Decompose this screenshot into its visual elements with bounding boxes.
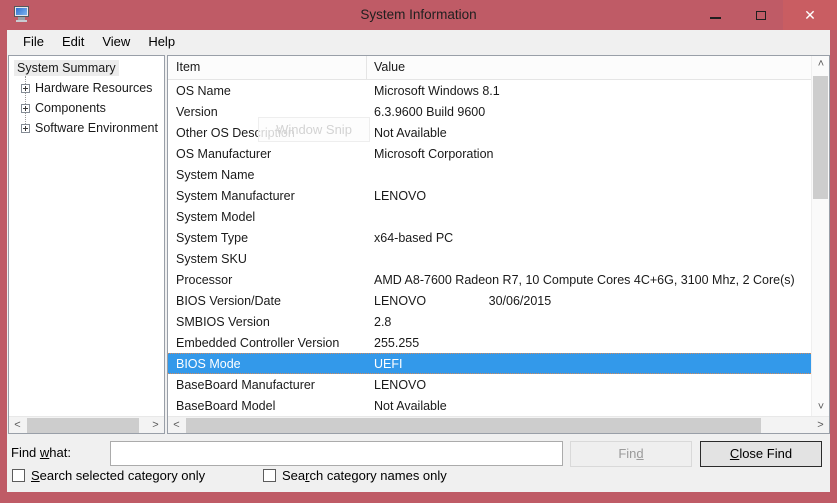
find-what-label: Find what: [11,445,71,460]
item-cell: Embedded Controller Version [168,336,367,350]
value-cell: Not Available [367,126,811,140]
item-cell: BIOS Version/Date [168,294,367,308]
table-row[interactable]: SMBIOS Version2.8 [168,311,811,332]
table-row[interactable]: OS NameMicrosoft Windows 8.1 [168,80,811,101]
expand-plus-icon[interactable] [21,124,30,133]
detail-vscroll-thumb[interactable] [813,76,828,199]
table-row[interactable]: BaseBoard ModelNot Available [168,395,811,416]
table-row[interactable]: Embedded Controller Version255.255 [168,332,811,353]
find-button[interactable]: Find [570,441,692,467]
find-bar: Find what: Find Close Find [7,438,830,468]
value-cell: LENOVO [367,378,811,392]
table-row[interactable]: System ManufacturerLENOVO [168,185,811,206]
category-tree-pane: System Summary Hardware Resources Compone… [8,55,165,434]
maximize-button[interactable] [738,0,783,30]
detail-vertical-scrollbar[interactable]: ˄ ˅ [811,56,829,416]
tree-item-software-environment[interactable]: Software Environment [9,118,164,138]
table-row[interactable]: System Name [168,164,811,185]
value-cell: LENOVO [367,189,811,203]
tree-item-components[interactable]: Components [9,98,164,118]
tree-item-hardware-resources[interactable]: Hardware Resources [9,78,164,98]
item-cell: BaseBoard Model [168,399,367,413]
menu-item-edit[interactable]: Edit [53,31,93,52]
table-row[interactable]: OS ManufacturerMicrosoft Corporation [168,143,811,164]
item-cell: BIOS Mode [168,357,367,371]
scroll-right-icon[interactable]: ˃ [147,417,164,434]
search-selected-category-checkbox[interactable] [12,469,25,482]
minimize-button[interactable] [693,0,738,30]
scroll-left-icon[interactable]: ˂ [168,417,185,434]
grid-header: Item Value [168,56,811,80]
value-cell: AMD A8-7600 Radeon R7, 10 Compute Cores … [367,273,811,287]
search-category-names-option[interactable]: Search category names only [263,468,447,483]
value-cell: UEFI [367,357,811,371]
close-button[interactable]: ✕ [783,0,837,30]
item-cell: SMBIOS Version [168,315,367,329]
table-row[interactable]: BIOS ModeUEFI [168,353,811,374]
minimize-icon [710,17,721,19]
item-cell: System Type [168,231,367,245]
value-cell: 2.8 [367,315,811,329]
left-pane-hscroll-thumb[interactable] [27,418,139,433]
search-options-row: Search selected category only Search cat… [7,468,830,488]
item-cell: OS Name [168,84,367,98]
detail-pane: Item Value OS NameMicrosoft Windows 8.1V… [167,55,830,434]
close-icon: ✕ [804,7,816,24]
menu-bar: FileEditViewHelp [7,30,830,54]
value-cell: Microsoft Corporation [367,147,811,161]
column-header-item[interactable]: Item [168,56,367,79]
value-cell: x64-based PC [367,231,811,245]
table-row[interactable]: BIOS Version/DateLENOVO 30/06/2015 [168,290,811,311]
detail-hscroll-thumb[interactable] [186,418,761,433]
client-area: FileEditViewHelp System Summary Hardware… [7,30,830,492]
item-cell: BaseBoard Manufacturer [168,378,367,392]
scroll-down-icon[interactable]: ˅ [812,399,830,416]
item-cell: OS Manufacturer [168,147,367,161]
item-cell: System Model [168,210,367,224]
value-cell: Microsoft Windows 8.1 [367,84,811,98]
item-cell: System SKU [168,252,367,266]
value-cell: 255.255 [367,336,811,350]
title-bar[interactable]: System Information ✕ [0,0,837,30]
search-category-names-label: Search category names only [282,468,447,483]
search-selected-category-label: Search selected category only [31,468,205,483]
item-cell: System Manufacturer [168,189,367,203]
menu-item-view[interactable]: View [93,31,139,52]
category-tree: System Summary Hardware Resources Compone… [9,56,164,416]
search-selected-category-option[interactable]: Search selected category only [12,468,205,483]
tree-item-label: Components [35,101,106,115]
tree-item-system-summary[interactable]: System Summary [14,60,119,76]
table-row[interactable]: System Typex64-based PC [168,227,811,248]
window-snip-ghost-overlay: Window Snip [258,117,370,142]
left-pane-horizontal-scrollbar[interactable]: ˂ ˃ [9,416,164,433]
tree-children: Hardware Resources Components Software Env… [9,78,164,138]
tree-item-label: Hardware Resources [35,81,152,95]
close-find-button[interactable]: Close Find [700,441,822,467]
table-row[interactable]: BaseBoard ManufacturerLENOVO [168,374,811,395]
table-row[interactable]: System SKU [168,248,811,269]
table-row[interactable]: ProcessorAMD A8-7600 Radeon R7, 10 Compu… [168,269,811,290]
expand-plus-icon[interactable] [21,104,30,113]
detail-horizontal-scrollbar[interactable]: ˂ ˃ [168,416,829,433]
scroll-up-icon[interactable]: ˄ [812,56,830,73]
value-cell: 6.3.9600 Build 9600 [367,105,811,119]
expand-plus-icon[interactable] [21,84,30,93]
search-category-names-checkbox[interactable] [263,469,276,482]
column-header-value[interactable]: Value [367,56,811,79]
menu-item-file[interactable]: File [14,31,53,52]
menu-item-help[interactable]: Help [139,31,184,52]
tree-item-label: Software Environment [35,121,158,135]
item-cell: System Name [168,168,367,182]
value-cell: Not Available [367,399,811,413]
item-cell: Processor [168,273,367,287]
scroll-right-icon[interactable]: ˃ [812,417,829,434]
value-cell: LENOVO 30/06/2015 [367,294,811,308]
scroll-left-icon[interactable]: ˂ [9,417,26,434]
maximize-icon [756,11,766,20]
system-information-window: System Information ✕ FileEditViewHelp Sy… [0,0,837,503]
table-row[interactable]: System Model [168,206,811,227]
find-input[interactable] [110,441,563,466]
